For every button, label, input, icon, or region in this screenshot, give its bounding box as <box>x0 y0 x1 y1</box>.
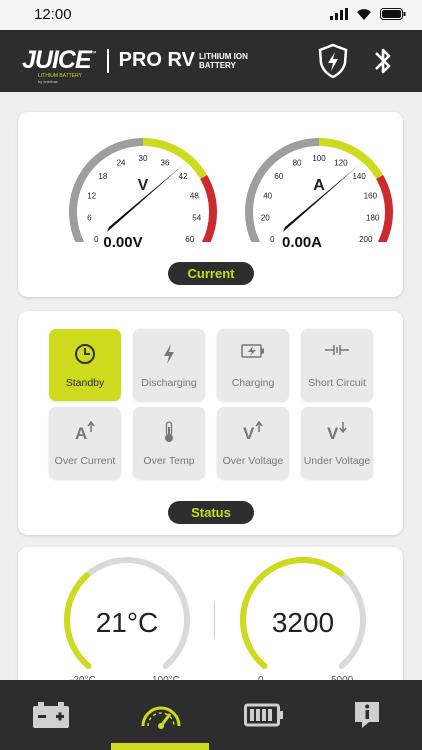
current-arc-danger <box>376 175 393 242</box>
voltage-tick-label: 18 <box>98 172 107 181</box>
voltage-tick-label: 54 <box>192 214 201 223</box>
current-arc-normal <box>245 138 320 242</box>
status-tile-label: Over Current <box>54 455 116 467</box>
voltage-tick-label: 48 <box>190 191 199 200</box>
gauges-card: 0 6 12 18 24 30 36 42 48 54 60 V 0 20 40 60 80 100 120 140 1… <box>18 112 403 297</box>
signal-icon <box>330 8 348 20</box>
status-icons <box>330 8 406 20</box>
bottom-gauges-card: 21°C 3200 -20°C 100°C 0 5000 <box>18 547 403 697</box>
under-voltage-icon: V <box>301 421 373 443</box>
battery-charging-icon <box>217 343 289 365</box>
status-tile-charging[interactable]: Charging <box>217 329 289 401</box>
status-tile-label: Charging <box>231 377 275 389</box>
wifi-icon <box>357 9 371 20</box>
lightning-icon <box>133 343 205 365</box>
status-tile-label: Over Temp <box>143 455 195 467</box>
juice-logo: JUICE <box>22 46 92 74</box>
bottom-nav <box>0 680 422 750</box>
status-time: 12:00 <box>34 6 72 23</box>
short-circuit-icon <box>301 343 373 365</box>
current-tick-label: 40 <box>263 191 272 200</box>
app-header: JUICE ™ LITHIUM BATTERY by enerbac PRO R… <box>0 30 422 92</box>
product-name: PRO RV <box>118 49 195 71</box>
status-tile-over-voltage[interactable]: V Over Voltage <box>217 407 289 479</box>
status-bar: 12:00 <box>0 0 422 30</box>
clock-icon <box>49 343 121 365</box>
cycles-value: 3200 <box>271 607 335 638</box>
nav-active-indicator <box>111 743 209 750</box>
logo-trademark: ™ <box>90 50 97 57</box>
status-tile-label: Under Voltage <box>303 455 371 467</box>
status-tile-over-current[interactable]: A Over Current <box>49 407 121 479</box>
current-tick-label: 80 <box>293 159 302 168</box>
status-tile-standby[interactable]: Standby <box>49 329 121 401</box>
voltage-arc-high <box>142 138 208 180</box>
logo-maker: by enerbac <box>38 79 58 84</box>
status-pill-button[interactable]: Status <box>168 501 254 524</box>
status-tile-label: Discharging <box>141 377 197 389</box>
current-pill-button[interactable]: Current <box>168 262 254 285</box>
current-tick-label: 140 <box>352 172 366 181</box>
product-subtitle: LITHIUM ION BATTERY <box>198 51 248 70</box>
voltage-unit-label: V <box>138 177 149 194</box>
voltage-arc-normal <box>69 138 144 242</box>
voltage-tick-label: 42 <box>179 172 188 181</box>
battery-terminals-icon <box>33 702 69 728</box>
thermometer-icon <box>133 421 205 443</box>
brand-logo: JUICE ™ LITHIUM BATTERY by enerbac PRO R… <box>22 46 248 84</box>
voltage-tick-label: 30 <box>139 154 148 163</box>
battery-icon <box>380 8 406 20</box>
voltage-tick-label: 36 <box>161 159 170 168</box>
status-tile-label: Short Circuit <box>308 377 366 389</box>
voltage-arc-danger <box>200 175 217 242</box>
current-tick-label: 180 <box>366 214 380 223</box>
voltage-needle <box>107 164 184 232</box>
voltage-tick-label: 12 <box>87 191 96 200</box>
current-needle <box>283 164 360 232</box>
status-tile-discharging[interactable]: Discharging <box>133 329 205 401</box>
brand-divider <box>106 48 109 73</box>
nav-battery-level[interactable] <box>214 680 314 750</box>
current-tick-label: 100 <box>312 154 326 163</box>
battery-level-icon <box>244 703 283 727</box>
gauge-divider <box>214 601 215 639</box>
current-tick-label: 160 <box>364 191 378 200</box>
status-tile-label: Over Voltage <box>222 455 284 467</box>
current-tick-label: 60 <box>274 172 283 181</box>
current-tick-label: 20 <box>261 214 270 223</box>
gauges-svg: 06121824303642485460V0204060801001201401… <box>69 138 393 242</box>
info-icon <box>355 702 379 728</box>
nav-gauges[interactable] <box>111 680 211 750</box>
svg-text:V: V <box>327 424 339 441</box>
voltage-value: 0.00V <box>103 234 143 251</box>
current-value: 0.00A <box>281 234 323 251</box>
temperature-value: 21°C <box>95 607 159 638</box>
current-unit-label: A <box>313 177 325 194</box>
shield-bolt-icon[interactable] <box>317 43 349 79</box>
current-tick-label: 120 <box>334 159 348 168</box>
gauge-icon <box>141 706 181 729</box>
status-card: Standby Discharging Charging Short Circuit A… <box>18 311 403 535</box>
current-arc-high <box>318 138 384 180</box>
status-tile-short-circuit[interactable]: Short Circuit <box>301 329 373 401</box>
over-voltage-icon: V <box>217 421 289 443</box>
svg-text:A: A <box>75 424 87 441</box>
over-current-icon: A <box>49 421 121 443</box>
nav-info[interactable] <box>317 680 417 750</box>
voltage-tick-label: 60 <box>185 235 194 242</box>
status-tile-under-voltage[interactable]: V Under Voltage <box>301 407 373 479</box>
status-tile-over-temp[interactable]: Over Temp <box>133 407 205 479</box>
status-tile-label: Standby <box>65 377 105 389</box>
bluetooth-icon[interactable] <box>372 44 394 78</box>
voltage-tick-label: 6 <box>87 214 92 223</box>
voltage-tick-label: 24 <box>117 159 126 168</box>
svg-text:V: V <box>243 424 255 441</box>
nav-battery[interactable] <box>1 680 101 750</box>
